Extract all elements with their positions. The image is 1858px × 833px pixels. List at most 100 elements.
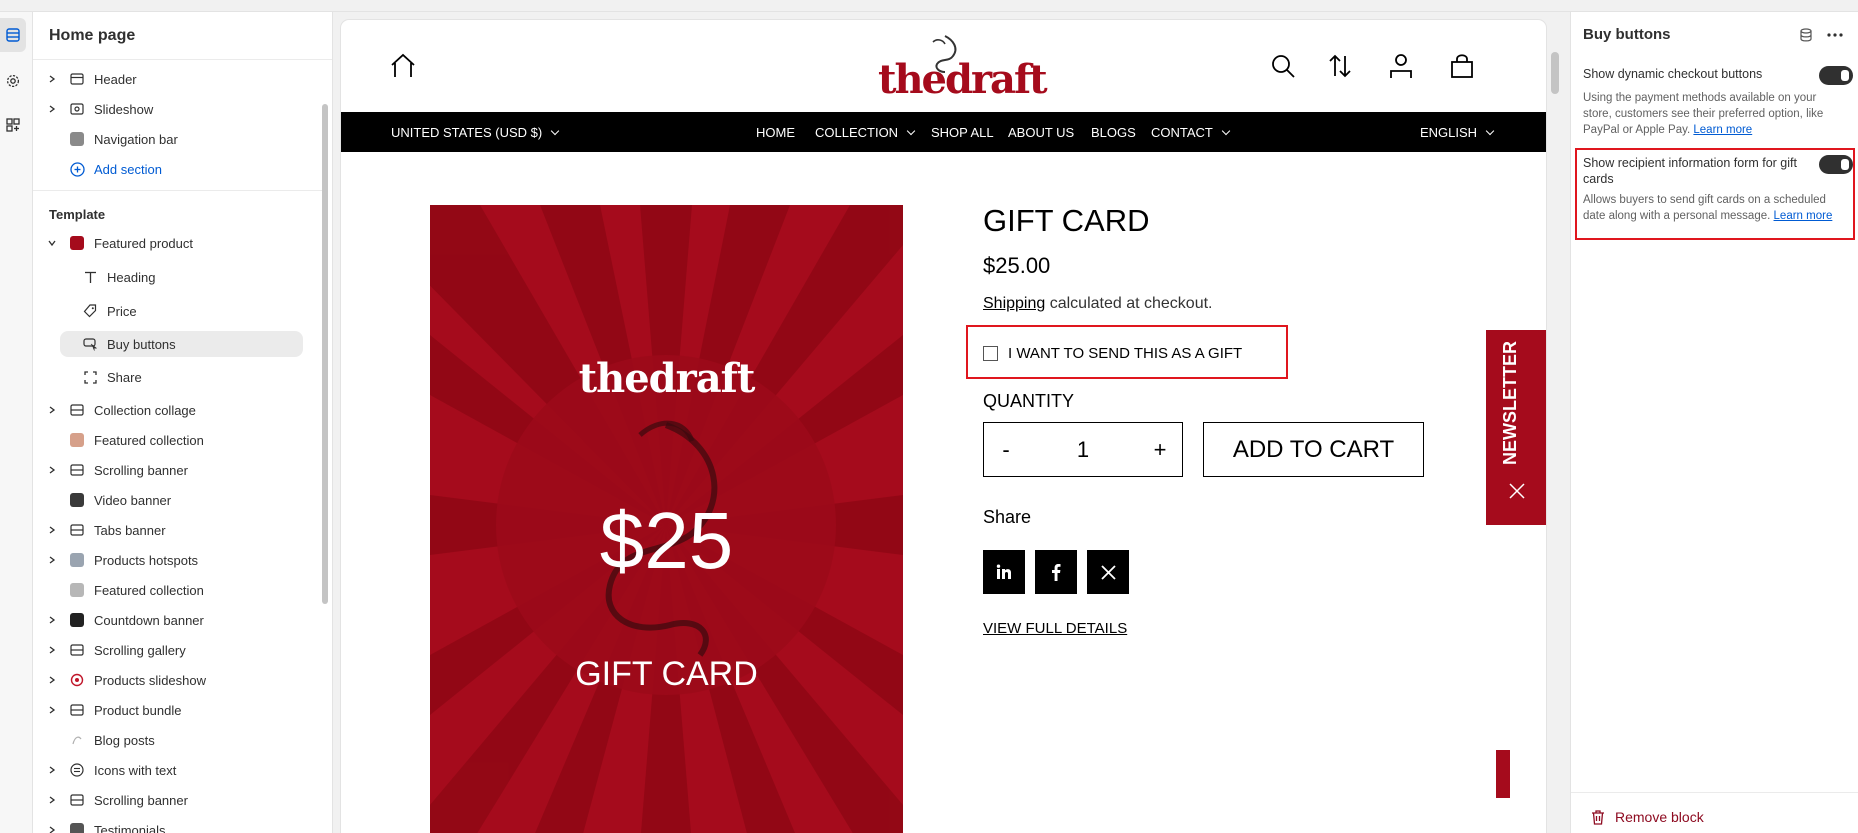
sidebar-item-navigation-bar[interactable]: Navigation bar xyxy=(33,126,323,152)
sidebar-item-products-hotspots[interactable]: Products hotspots xyxy=(33,547,323,573)
sidebar-item-product-bundle[interactable]: Product bundle xyxy=(33,697,323,723)
sidebar-item-scrolling-banner[interactable]: Scrolling banner xyxy=(33,457,323,483)
sidebar-item-scrolling-banner-2[interactable]: Scrolling banner xyxy=(33,787,323,813)
cart-bag-icon[interactable] xyxy=(1449,52,1475,80)
sidebar-item-collection-collage[interactable]: Collection collage xyxy=(33,397,323,423)
shipping-link[interactable]: Shipping xyxy=(983,295,1045,312)
increase-quantity-button[interactable]: + xyxy=(1138,437,1182,463)
nav-collection[interactable]: COLLECTION xyxy=(815,125,916,140)
sidebar-item-testimonials[interactable]: Testimonials xyxy=(33,817,323,833)
chevron-right-icon[interactable] xyxy=(45,826,59,833)
x-share-button[interactable] xyxy=(1087,550,1129,594)
block-settings-panel: Buy buttons Show dynamic checkout button… xyxy=(1570,12,1858,833)
sidebar-item-featured-collection[interactable]: Featured collection xyxy=(33,427,323,453)
chevron-right-icon[interactable] xyxy=(45,796,59,804)
linkedin-share-button[interactable] xyxy=(983,550,1025,594)
apps-icon xyxy=(6,118,20,132)
sidebar-item-label: Featured collection xyxy=(94,582,204,598)
sidebar-item-header[interactable]: Header xyxy=(33,66,323,92)
add-section-label: Add section xyxy=(94,161,162,177)
search-icon[interactable] xyxy=(1270,53,1296,79)
chevron-right-icon[interactable] xyxy=(45,406,59,414)
sidebar-item-icons-with-text[interactable]: Icons with text xyxy=(33,757,323,783)
add-section-button[interactable]: Add section xyxy=(33,156,323,182)
nav-contact[interactable]: CONTACT xyxy=(1151,125,1231,140)
sections-rail-button[interactable] xyxy=(0,18,26,52)
chevron-right-icon[interactable] xyxy=(45,616,59,624)
icon-rail xyxy=(0,12,33,833)
gift-checkbox-label: I WANT TO SEND THIS AS A GIFT xyxy=(1008,345,1243,362)
newsletter-tab[interactable]: NEWSLETTER xyxy=(1486,330,1546,525)
chevron-right-icon[interactable] xyxy=(45,466,59,474)
floating-tab[interactable] xyxy=(1496,750,1510,798)
learn-more-link[interactable]: Learn more xyxy=(1693,124,1752,136)
chevron-down-icon xyxy=(1485,126,1495,135)
sidebar-item-video-banner[interactable]: Video banner xyxy=(33,487,323,513)
account-icon[interactable] xyxy=(1388,52,1414,80)
sidebar-item-label: Products slideshow xyxy=(94,672,206,688)
section-icon xyxy=(69,702,85,718)
chevron-right-icon[interactable] xyxy=(45,556,59,564)
sidebar-item-label: Featured product xyxy=(94,235,194,251)
sections-icon xyxy=(6,28,20,42)
nav-label: SHOP ALL xyxy=(931,125,994,140)
nav-about-us[interactable]: ABOUT US xyxy=(1008,125,1074,140)
currency-selector[interactable]: UNITED STATES (USD $) xyxy=(391,125,560,140)
more-options-icon[interactable] xyxy=(1827,32,1843,38)
sidebar-item-label: Testimonials xyxy=(94,822,166,833)
chevron-right-icon[interactable] xyxy=(45,105,59,113)
sidebar-item-scrolling-gallery[interactable]: Scrolling gallery xyxy=(33,637,323,663)
block-price[interactable]: Price xyxy=(33,298,323,324)
add-to-cart-button[interactable]: ADD TO CART xyxy=(1203,422,1424,477)
view-full-details-link[interactable]: VIEW FULL DETAILS xyxy=(983,620,1127,637)
store-logo-text: thedraft xyxy=(878,56,1048,103)
share-label: Share xyxy=(983,507,1032,527)
nav-label: BLOGS xyxy=(1091,125,1136,140)
database-icon[interactable] xyxy=(1799,28,1813,42)
template-heading: Template xyxy=(49,207,106,222)
chevron-right-icon[interactable] xyxy=(45,646,59,654)
sidebar-item-products-slideshow[interactable]: Products slideshow xyxy=(33,667,323,693)
gift-checkbox[interactable] xyxy=(983,346,998,361)
block-buy-buttons[interactable]: Buy buttons xyxy=(60,331,303,357)
gift-option[interactable]: I WANT TO SEND THIS AS A GIFT xyxy=(983,345,1242,362)
chevron-right-icon[interactable] xyxy=(45,526,59,534)
language-selector[interactable]: ENGLISH xyxy=(1420,125,1495,140)
section-icon xyxy=(69,522,85,538)
home-icon[interactable] xyxy=(389,52,417,80)
sort-arrows-icon[interactable] xyxy=(1327,53,1353,79)
sidebar-item-countdown-banner[interactable]: Countdown banner xyxy=(33,607,323,633)
divider xyxy=(1571,792,1858,793)
learn-more-link[interactable]: Learn more xyxy=(1774,210,1833,222)
chevron-right-icon[interactable] xyxy=(45,766,59,774)
nav-shop-all[interactable]: SHOP ALL xyxy=(931,125,994,140)
slideshow-icon xyxy=(69,672,85,688)
sidebar-item-slideshow[interactable]: Slideshow xyxy=(33,96,323,122)
thumbnail-icon xyxy=(69,552,85,568)
sidebar-item-tabs-banner[interactable]: Tabs banner xyxy=(33,517,323,543)
block-share[interactable]: Share xyxy=(33,364,323,390)
dynamic-checkout-toggle[interactable] xyxy=(1819,66,1853,85)
sidebar-item-featured-collection-2[interactable]: Featured collection xyxy=(33,577,323,603)
sidebar-scrollbar[interactable] xyxy=(322,104,328,604)
chevron-right-icon[interactable] xyxy=(45,75,59,83)
store-logo[interactable]: thedraft xyxy=(878,34,1048,103)
apps-rail-button[interactable] xyxy=(0,108,26,142)
remove-block-button[interactable]: Remove block xyxy=(1591,809,1704,825)
sidebar-item-blog-posts[interactable]: Blog posts xyxy=(33,727,323,753)
nav-blogs[interactable]: BLOGS xyxy=(1091,125,1136,140)
nav-home[interactable]: HOME xyxy=(756,125,795,140)
sidebar-item-featured-product[interactable]: Featured product xyxy=(33,230,323,256)
facebook-share-button[interactable] xyxy=(1035,550,1077,594)
settings-rail-button[interactable] xyxy=(0,64,26,98)
close-icon[interactable] xyxy=(1508,482,1526,500)
gift-recipient-toggle[interactable] xyxy=(1819,155,1853,174)
chevron-down-icon[interactable] xyxy=(45,239,59,247)
preview-scrollbar[interactable] xyxy=(1551,52,1559,94)
quantity-input[interactable]: 1 xyxy=(1028,437,1138,463)
decrease-quantity-button[interactable]: - xyxy=(984,437,1028,463)
chevron-right-icon[interactable] xyxy=(45,676,59,684)
chevron-right-icon[interactable] xyxy=(45,706,59,714)
gift-card-image[interactable]: thedraft $25 GIFT CARD xyxy=(430,205,903,833)
block-heading[interactable]: Heading xyxy=(33,264,323,290)
